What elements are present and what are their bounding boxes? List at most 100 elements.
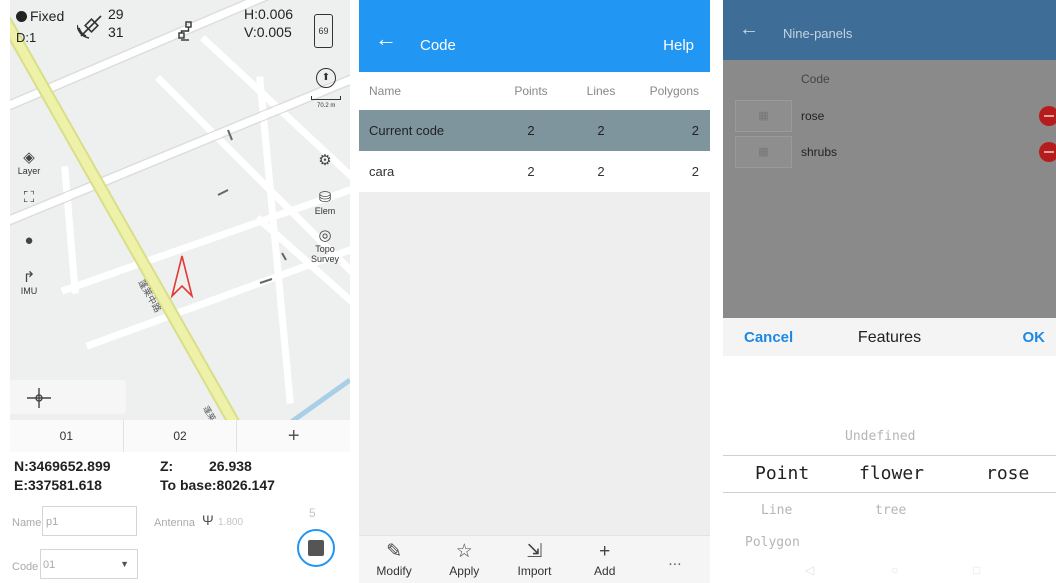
row-polygons: 2	[691, 123, 699, 138]
import-button[interactable]: ⇲ Import	[499, 536, 569, 583]
picker-selection-top	[723, 455, 1056, 456]
list-item[interactable]: ▦ rose	[733, 100, 1056, 132]
antenna-label: Antenna	[154, 517, 195, 529]
dropdown-arrow-icon: ▼	[120, 559, 129, 569]
import-icon: ⇲	[526, 541, 543, 562]
picker-selection-bottom	[723, 492, 1056, 493]
fullscreen-button[interactable]: ⛶	[14, 190, 44, 206]
picker-option[interactable]: Undefined	[845, 429, 915, 444]
tab-01[interactable]: 01	[10, 420, 124, 452]
stop-icon	[308, 540, 324, 556]
layers-icon: ◈	[23, 149, 35, 166]
row-points: 2	[527, 123, 535, 138]
remove-icon[interactable]	[1039, 106, 1056, 126]
topo-survey-button[interactable]: ◎ Topo Survey	[308, 227, 342, 265]
bottom-toolbar: ✎ Modify ☆ Apply ⇲ Import + Add ...	[359, 535, 710, 583]
help-button[interactable]: Help	[663, 37, 694, 54]
east-coordinate: E:337581.618	[14, 477, 102, 493]
picker-header: Cancel Features OK	[723, 318, 1056, 356]
vertical-precision: V:0.005	[244, 24, 292, 40]
map-view[interactable]: 蓬莱中路 蓬莱中 Fixed D:1 29 31 H:0.006 V:0.005…	[10, 0, 350, 430]
apply-label: Apply	[449, 564, 480, 578]
modify-button[interactable]: ✎ Modify	[359, 536, 429, 583]
picker-selected-type[interactable]: Point	[755, 463, 809, 484]
pin-icon: ●	[24, 232, 34, 249]
compass-icon[interactable]: ⬆	[316, 68, 336, 88]
coordinate-readout: N:3469652.899 E:337581.618 Z: 26.938 To …	[10, 452, 350, 502]
horizontal-precision: H:0.006	[244, 6, 294, 22]
name-field[interactable]: p1	[42, 506, 137, 536]
column-points: Points	[514, 84, 548, 98]
table-row[interactable]: Current code 2 2 2	[359, 110, 710, 151]
crosshair-icon	[27, 388, 51, 408]
picker-option[interactable]: tree	[875, 503, 906, 518]
settings-button[interactable]: ⚙	[310, 153, 340, 169]
target-icon: ◎	[318, 227, 332, 244]
fix-dot-icon	[16, 11, 27, 22]
add-tab-button[interactable]: +	[237, 420, 350, 452]
drag-handle-icon[interactable]: ▦	[735, 100, 792, 132]
road-network: 蓬莱中路 蓬莱中	[10, 0, 350, 430]
code-column-header: Code	[801, 72, 830, 86]
fix-status: Fixed	[16, 8, 64, 24]
nav-home-icon[interactable]: ○	[891, 563, 898, 577]
fullscreen-icon: ⛶	[23, 189, 35, 206]
code-screen: ← Code Help Name Points Lines Polygons C…	[359, 0, 710, 583]
gear-icon: ⚙	[318, 152, 332, 169]
scale-bar	[311, 96, 341, 100]
picker-title: Features	[857, 329, 922, 346]
picker-selected-feature[interactable]: rose	[986, 463, 1029, 484]
row-lines: 2	[597, 164, 605, 179]
app-bar: ← Code Help	[359, 0, 710, 72]
modify-label: Modify	[376, 564, 412, 578]
remove-icon[interactable]	[1039, 142, 1056, 162]
code-value: 01	[43, 559, 56, 571]
imu-icon: ↱	[22, 269, 36, 286]
row-points: 2	[527, 164, 535, 179]
picker-option[interactable]: Line	[761, 503, 792, 518]
edit-icon: ✎	[386, 541, 403, 562]
more-button[interactable]: ...	[640, 536, 710, 583]
page-title: Nine-panels	[783, 26, 853, 41]
apply-button[interactable]: ☆ Apply	[429, 536, 499, 583]
back-arrow-icon[interactable]: ←	[739, 18, 759, 41]
star-icon: ☆	[455, 541, 473, 562]
antenna-height: 1.800	[218, 517, 244, 528]
list-item[interactable]: ▦ shrubs	[733, 136, 1056, 168]
locate-button[interactable]: ●	[14, 233, 44, 249]
nine-panels-screen: ← Nine-panels Code ▦ rose ▦ shrubs Cance…	[723, 0, 1056, 583]
row-lines: 2	[597, 123, 605, 138]
satellites-used: 29	[108, 6, 124, 22]
battery-level: 69	[318, 26, 329, 36]
to-base-distance: To base:8026.147	[160, 477, 275, 493]
table-row[interactable]: cara 2 2 2	[359, 151, 710, 192]
point-counter: 5	[309, 506, 316, 520]
scale-label: 70.2 m	[317, 103, 336, 109]
record-point-button[interactable]	[297, 529, 335, 567]
row-polygons: 2	[691, 164, 699, 179]
picker-option[interactable]: Polygon	[745, 535, 800, 550]
picker-selected-category[interactable]: flower	[859, 463, 924, 484]
name-value: p1	[46, 516, 59, 528]
elem-button[interactable]: ⛁ Elem	[310, 189, 340, 217]
ok-button[interactable]: OK	[1023, 329, 1046, 346]
imu-button[interactable]: ↱ IMU	[14, 269, 44, 297]
nav-recents-icon[interactable]: □	[973, 563, 980, 577]
north-coordinate: N:3469652.899	[14, 458, 111, 474]
plus-icon: +	[599, 541, 611, 562]
tab-02[interactable]: 02	[123, 420, 238, 452]
back-arrow-icon[interactable]: ←	[375, 26, 397, 52]
topo-label: Topo Survey	[310, 244, 339, 264]
import-label: Import	[517, 564, 552, 578]
code-dropdown[interactable]: 01 ▼	[40, 549, 138, 579]
layer-button[interactable]: ◈ Layer	[14, 149, 44, 177]
database-icon: ⛁	[318, 189, 332, 206]
antenna-icon[interactable]: Ψ	[202, 512, 214, 528]
column-lines: Lines	[586, 84, 616, 98]
nav-back-icon[interactable]: ◁	[805, 563, 814, 577]
code-name: shrubs	[801, 145, 838, 159]
position-arrow-icon	[170, 255, 194, 299]
drag-handle-icon[interactable]: ▦	[735, 136, 792, 168]
crosshair-button[interactable]	[10, 380, 126, 414]
add-button[interactable]: + Add	[570, 536, 640, 583]
